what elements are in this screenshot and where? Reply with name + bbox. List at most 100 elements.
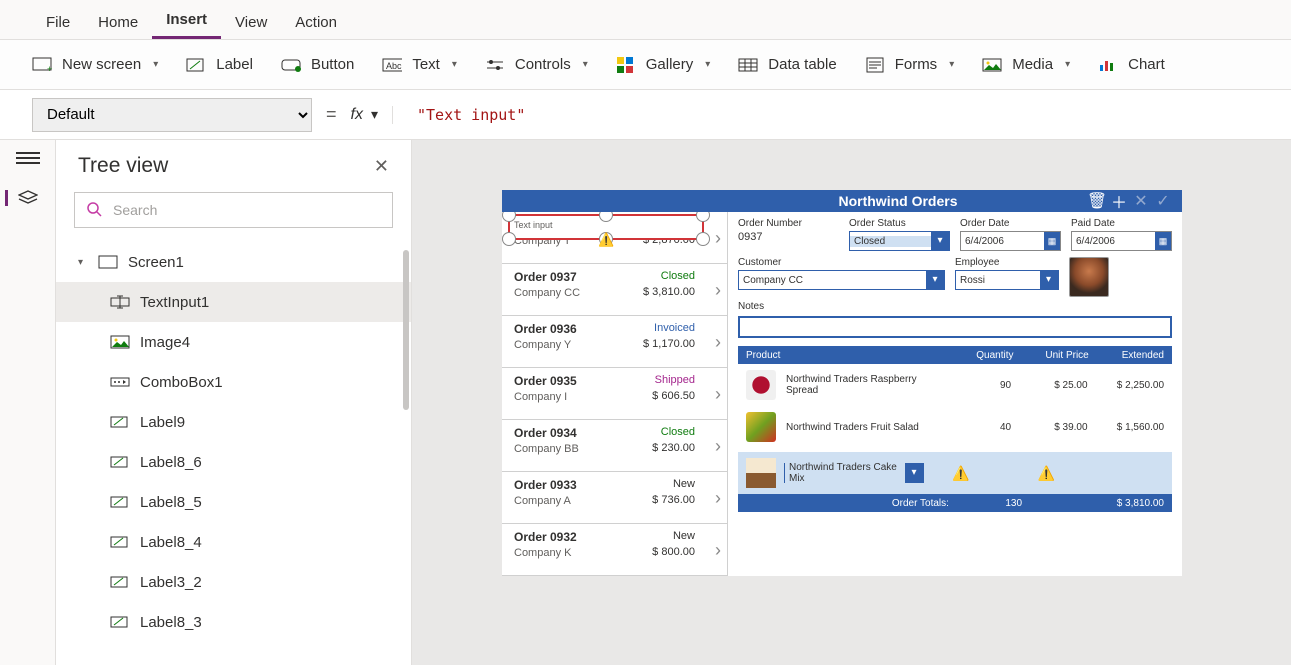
tree-node-label8-5[interactable]: Label8_5 <box>56 482 411 522</box>
product-price: $ 25.00 <box>1017 380 1087 391</box>
tree-search-input[interactable]: Search <box>74 192 393 228</box>
ribbon-text-label: Text <box>412 56 440 73</box>
property-select[interactable]: Default <box>32 98 312 132</box>
ribbon-gallery-label: Gallery <box>646 56 694 73</box>
chevron-down-icon: ▾ <box>583 59 588 70</box>
ribbon: + New screen ▾ Label Button Abc Text ▾ C… <box>0 40 1291 90</box>
hamburger-icon[interactable] <box>16 152 40 170</box>
selection-handles[interactable]: Text input ⚠️ <box>508 214 704 240</box>
order-status: Shipped <box>655 374 695 386</box>
tree-node-combobox1[interactable]: ComboBox1 <box>56 362 411 402</box>
order-amount: $ 1,170.00 <box>643 338 695 350</box>
order-row[interactable]: Order 0937Company CCClosed$ 3,810.00› <box>502 264 727 316</box>
order-status: Invoiced <box>654 322 695 334</box>
line-item[interactable]: Northwind Traders Fruit Salad40$ 39.00$ … <box>738 406 1172 448</box>
tree-node-label8-6[interactable]: Label8_6 <box>56 442 411 482</box>
order-amount: $ 606.50 <box>652 390 695 402</box>
order-status-combo[interactable]: Closed▾ <box>849 231 950 251</box>
paid-date-input[interactable]: 6/4/2006▦ <box>1071 231 1172 251</box>
notes-input[interactable] <box>738 316 1172 338</box>
chevron-right-icon: › <box>715 332 721 353</box>
treeview-rail-icon[interactable] <box>5 190 38 206</box>
paid-date-label: Paid Date <box>1071 218 1172 229</box>
employee-avatar <box>1069 257 1109 297</box>
svg-text:Abc: Abc <box>386 61 402 71</box>
equals-sign: = <box>326 104 337 125</box>
tree-node-label9[interactable]: Label9 <box>56 402 411 442</box>
menu-file[interactable]: File <box>32 8 84 39</box>
line-item[interactable]: Northwind Traders Raspberry Spread90$ 25… <box>738 364 1172 406</box>
datatable-button[interactable]: Data table <box>738 56 836 74</box>
gallery-button[interactable]: Gallery ▾ <box>616 56 711 74</box>
new-product-combo[interactable]: Northwind Traders Cake Mix▾ <box>784 463 924 483</box>
menu-action[interactable]: Action <box>281 8 351 39</box>
product-thumb <box>746 412 776 442</box>
order-status: New <box>673 478 695 490</box>
order-date-label: Order Date <box>960 218 1061 229</box>
tree-node-textinput1[interactable]: TextInput1 <box>56 282 411 322</box>
label-button[interactable]: Label <box>186 56 253 74</box>
employee-combo[interactable]: Rossi▾ <box>955 270 1059 290</box>
tree-node-label: Image4 <box>140 334 190 351</box>
order-row[interactable]: Order 0933Company ANew$ 736.00› <box>502 472 727 524</box>
order-row[interactable]: Order 0934Company BBClosed$ 230.00› <box>502 420 727 472</box>
tree-node-label3-2[interactable]: Label3_2 <box>56 562 411 602</box>
menu-bar: File Home Insert View Action <box>0 0 1291 40</box>
forms-icon <box>865 56 885 74</box>
product-thumb <box>746 370 776 400</box>
formula-input[interactable]: "Text input" <box>407 106 1259 124</box>
tree-node-image4[interactable]: Image4 <box>56 322 411 362</box>
ribbon-button-text: Button <box>311 56 354 73</box>
add-icon[interactable]: ＋ <box>1108 189 1130 213</box>
cancel-icon[interactable]: ✕ <box>1130 191 1152 211</box>
totals-qty: 130 <box>959 498 1022 509</box>
col-ext: Extended <box>1089 350 1164 361</box>
chevron-down-icon: ▾ <box>1040 271 1058 289</box>
order-amount: $ 230.00 <box>652 442 695 454</box>
order-row[interactable]: Order 0935Company IShipped$ 606.50› <box>502 368 727 420</box>
button-button[interactable]: Button <box>281 56 354 74</box>
new-line-item[interactable]: Northwind Traders Cake Mix▾ ⚠️ ⚠️ <box>738 452 1172 494</box>
label-icon <box>110 494 130 510</box>
forms-button[interactable]: Forms ▾ <box>865 56 955 74</box>
combo-value: Company CC <box>739 275 926 286</box>
screen-icon <box>98 254 118 270</box>
order-date-input[interactable]: 6/4/2006▦ <box>960 231 1061 251</box>
save-icon[interactable]: ✓ <box>1152 191 1174 211</box>
canvas[interactable]: Northwind Orders 🗑 ＋ ✕ ✓ Order 0938Compa… <box>412 140 1291 665</box>
customer-combo[interactable]: Company CC▾ <box>738 270 945 290</box>
tree-node-label8-4[interactable]: Label8_4 <box>56 522 411 562</box>
image-icon <box>110 334 130 350</box>
combo-value: Closed <box>850 236 931 247</box>
combo-value: Rossi <box>956 275 1040 286</box>
text-button[interactable]: Abc Text ▾ <box>382 56 457 74</box>
label-icon <box>110 614 130 630</box>
date-value: 6/4/2006 <box>1072 236 1155 247</box>
gallery-icon <box>616 56 636 74</box>
controls-icon <box>485 56 505 74</box>
order-amount: $ 800.00 <box>652 546 695 558</box>
fx-icon[interactable]: fx <box>351 106 363 124</box>
controls-button[interactable]: Controls ▾ <box>485 56 588 74</box>
product-price: $ 39.00 <box>1017 422 1087 433</box>
chevron-down-icon: ▾ <box>905 464 923 482</box>
close-icon[interactable]: ✕ <box>374 156 389 177</box>
order-status: Closed <box>661 270 695 282</box>
tree-node-screen[interactable]: ▾ Screen1 <box>56 242 411 282</box>
order-row[interactable]: Order 0932Company KNew$ 800.00› <box>502 524 727 576</box>
ribbon-controls-label: Controls <box>515 56 571 73</box>
menu-home[interactable]: Home <box>84 8 152 39</box>
chevron-down-icon[interactable]: ▾ <box>371 106 378 123</box>
tree-node-label8-3[interactable]: Label8_3 <box>56 602 411 642</box>
media-button[interactable]: Media ▾ <box>982 56 1070 74</box>
new-screen-button[interactable]: + New screen ▾ <box>32 56 158 74</box>
trash-icon[interactable]: 🗑 <box>1086 191 1108 211</box>
menu-insert[interactable]: Insert <box>152 5 221 39</box>
chevron-right-icon: › <box>715 436 721 457</box>
orders-gallery[interactable]: Order 0938Company TInvoiced$ 2,870.00› O… <box>502 212 728 576</box>
scrollbar[interactable] <box>403 250 409 410</box>
chart-button[interactable]: Chart <box>1098 56 1165 74</box>
order-row[interactable]: Order 0936Company YInvoiced$ 1,170.00› <box>502 316 727 368</box>
menu-view[interactable]: View <box>221 8 281 39</box>
warning-icon: ⚠️ <box>1037 465 1054 482</box>
